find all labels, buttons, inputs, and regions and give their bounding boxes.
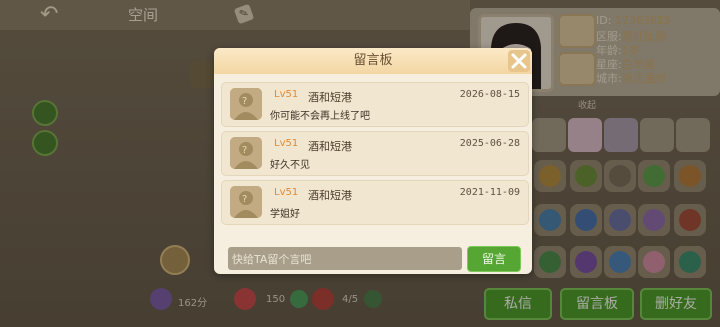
message-date: 2021-11-09 <box>459 187 520 198</box>
message-text: 学姐好 <box>270 209 300 220</box>
message-date: 2025-06-28 <box>459 138 520 149</box>
message-text: 你可能不会再上线了吧 <box>270 111 370 122</box>
message-author[interactable]: 酒和短港 <box>308 187 352 203</box>
message-item: ? Lv51 酒和短港 2021-11-09 学姐好 <box>221 180 529 225</box>
avatar-placeholder-icon: ? <box>230 137 262 169</box>
close-icon[interactable] <box>508 50 530 72</box>
svg-text:?: ? <box>242 96 247 107</box>
message-level: Lv51 <box>274 138 299 149</box>
avatar[interactable]: ? <box>230 137 262 169</box>
avatar[interactable]: ? <box>230 88 262 120</box>
avatar-placeholder-icon: ? <box>230 186 262 218</box>
avatar-placeholder-icon: ? <box>230 88 262 120</box>
message-text: 好久不见 <box>270 160 310 171</box>
message-item: ? Lv51 酒和短港 2025-06-28 好久不见 <box>221 131 529 176</box>
svg-text:?: ? <box>242 145 247 156</box>
message-date: 2026-08-15 <box>459 89 520 100</box>
message-author[interactable]: 酒和短港 <box>308 138 352 154</box>
message-level: Lv51 <box>274 187 299 198</box>
submit-message-button[interactable]: 留言 <box>467 246 521 272</box>
svg-text:?: ? <box>242 194 247 205</box>
modal-title: 留言板 <box>353 53 393 68</box>
message-item: ? Lv51 酒和短港 2026-08-15 你可能不会再上线了吧 <box>221 82 529 127</box>
message-level: Lv51 <box>274 89 299 100</box>
message-input-placeholder: 快给TA留个言吧 <box>232 253 312 266</box>
message-author[interactable]: 酒和短港 <box>308 89 352 105</box>
avatar[interactable]: ? <box>230 186 262 218</box>
